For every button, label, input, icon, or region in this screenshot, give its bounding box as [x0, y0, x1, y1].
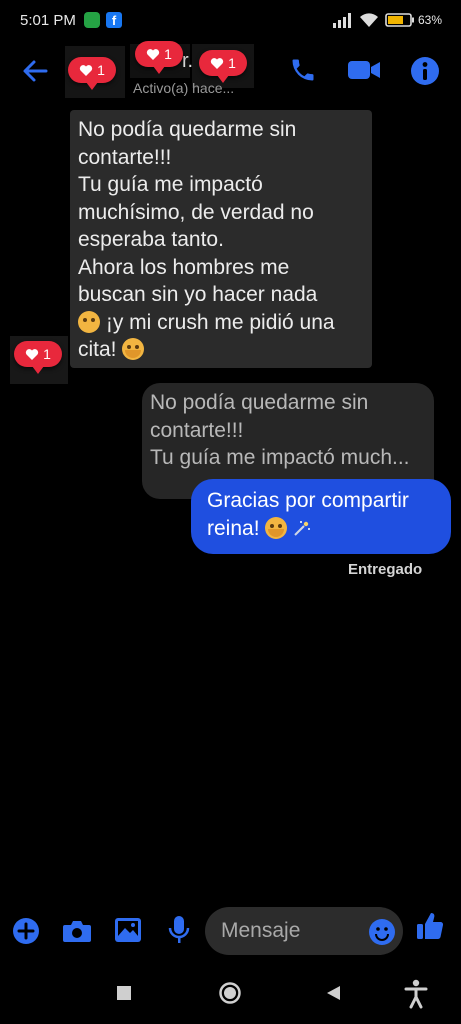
message-line: Gracias por compartir: [207, 489, 409, 512]
reaction-badge: 1: [135, 41, 183, 74]
message-line-wrap: cita!: [78, 336, 362, 364]
message-line: No podía quedarme sin: [78, 118, 297, 141]
flushed-face-emoji-icon: [78, 310, 100, 333]
delivery-status: Entregado: [348, 561, 423, 578]
video-camera-icon[interactable]: [347, 58, 381, 82]
status-bar: 5:01 PM f 63%: [0, 0, 461, 44]
message-line: esperaba tanto.: [78, 228, 224, 251]
heart-icon: [146, 48, 160, 60]
square-recents-icon[interactable]: [116, 985, 132, 1001]
facebook-icon: f: [106, 12, 122, 28]
reaction-count: 1: [43, 346, 51, 362]
message-reaction-badge[interactable]: 1: [14, 341, 62, 374]
message-line: Tu guía me impactó: [78, 173, 263, 196]
emoji-icon[interactable]: [368, 918, 396, 946]
message-line: cita!: [78, 338, 117, 361]
reaction-count: 1: [97, 62, 105, 78]
sparkle-wand-icon: [294, 521, 311, 536]
image-icon[interactable]: [114, 917, 142, 943]
message-line: reina!: [207, 517, 260, 540]
heart-icon: [210, 57, 224, 69]
camera-icon[interactable]: [62, 918, 92, 944]
hugging-face-emoji-icon: [265, 517, 288, 539]
message-line: muchísimo, de verdad no: [78, 200, 314, 224]
outgoing-message[interactable]: Gracias por compartir reina!: [191, 479, 451, 554]
plus-icon[interactable]: [12, 917, 40, 945]
message-line: contarte!!!: [78, 145, 172, 169]
message-line-wrap: ¡y mi crush me pidió una: [78, 309, 362, 337]
signal-icon: [333, 13, 351, 28]
message-line: Ahora los hombres me: [78, 255, 290, 279]
quote-line: Tu guía me impactó much...: [150, 446, 410, 469]
message-line: ¡y mi crush me pidió una: [105, 310, 335, 334]
incoming-message[interactable]: No podía quedarme sin contarte!!! Tu guí…: [70, 110, 372, 368]
accessibility-icon[interactable]: [404, 979, 428, 1009]
contact-name[interactable]: r.: [182, 50, 193, 73]
reaction-badge: 1: [199, 50, 247, 83]
hugging-face-emoji-icon: [122, 338, 145, 360]
microphone-icon[interactable]: [168, 915, 190, 945]
battery-icon: [385, 13, 414, 27]
back-arrow-icon[interactable]: [20, 56, 50, 86]
reaction-count: 1: [164, 46, 172, 62]
wifi-icon: [360, 13, 378, 27]
heart-icon: [25, 348, 39, 360]
phone-icon[interactable]: [289, 56, 317, 84]
thumbs-up-icon[interactable]: [416, 911, 444, 941]
message-line-wrap: reina!: [207, 515, 441, 543]
circle-home-icon[interactable]: [218, 981, 242, 1005]
info-icon[interactable]: [410, 56, 440, 86]
heart-icon: [79, 64, 93, 76]
whatsapp-icon: [84, 12, 100, 28]
quote-line: contarte!!!: [150, 418, 244, 442]
quote-line: No podía quedarme sin: [150, 391, 369, 414]
battery-percent: 63%: [418, 13, 443, 27]
triangle-back-icon[interactable]: [325, 984, 343, 1002]
message-line: buscan sin yo hacer nada: [78, 283, 318, 306]
reaction-badge: 1: [68, 57, 116, 90]
active-status: Activo(a) hace...: [133, 80, 235, 96]
status-time: 5:01 PM: [20, 12, 76, 29]
reaction-count: 1: [228, 55, 236, 71]
